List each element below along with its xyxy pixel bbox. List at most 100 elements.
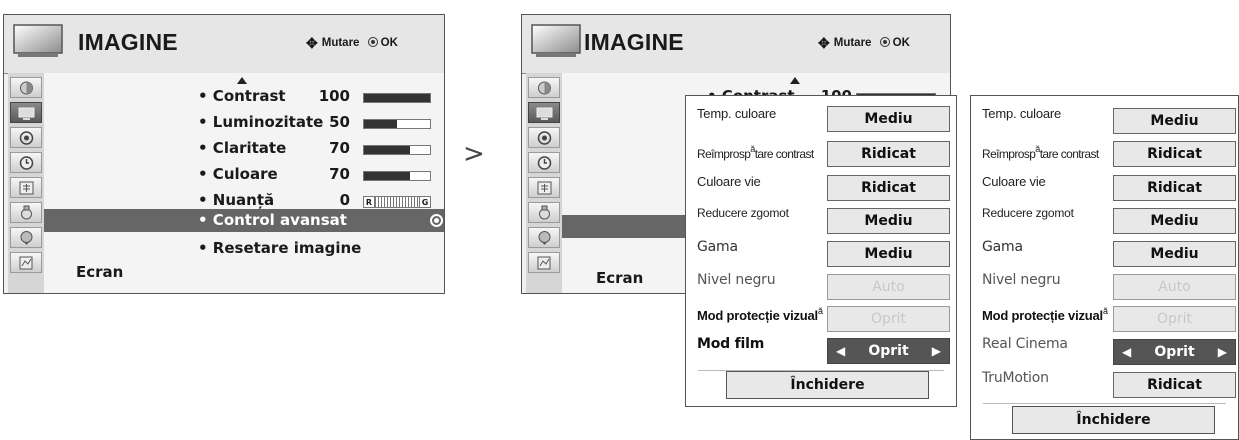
right-arrow-icon[interactable]: ▶ [932, 339, 941, 364]
mod-film-selector[interactable]: ◀ Oprit ▶ [827, 338, 950, 364]
nav-hint: ✥ Mutare OK [306, 35, 398, 52]
real-cinema-value: Oprit [1154, 344, 1195, 360]
temp-culoare-value[interactable]: Mediu [827, 106, 950, 132]
culoare-bar[interactable] [363, 171, 431, 181]
picture-mode-icon[interactable] [10, 77, 42, 98]
menu-title-2: IMAGINE [584, 29, 684, 55]
menu-item-control-avansat[interactable]: • Control avansat [44, 209, 444, 232]
menu-header: IMAGINE ✥ Mutare OK [4, 15, 444, 74]
lock-icon[interactable] [528, 177, 560, 198]
hint-move-label: Mutare [321, 37, 360, 49]
nuanta-tint-slider[interactable]: R G [363, 196, 431, 208]
menu-item-contrast[interactable]: • Contrast [198, 87, 286, 105]
left-arrow-icon[interactable]: ◀ [1122, 340, 1131, 365]
claritate-value: 70 [329, 139, 350, 157]
luminozitate-bar[interactable] [363, 119, 431, 129]
menu-item-resetare-imagine[interactable]: • Resetare imagine [198, 239, 361, 257]
tint-red-marker: R [363, 196, 375, 208]
reducere-zgomot-value-2[interactable]: Mediu [1113, 208, 1236, 234]
menu-title: IMAGINE [78, 29, 178, 55]
culoare-vie-label: Culoare vie [697, 174, 761, 189]
popup-divider-2 [983, 403, 1226, 404]
gama-label-2: Gama [982, 239, 1023, 255]
usb-icon[interactable] [528, 252, 560, 273]
lock-icon[interactable] [10, 177, 42, 198]
reimprospatare-label-part2: tare contrast [754, 147, 815, 161]
luminozitate-value: 50 [329, 113, 350, 131]
time-icon[interactable] [528, 152, 560, 173]
menu-item-nuanta[interactable]: • Nuanță [198, 191, 274, 209]
reimprospatare-label-part1: Reîmprosp [982, 147, 1036, 161]
input-icon[interactable] [528, 227, 560, 248]
screen-icon[interactable] [528, 102, 560, 123]
ok-button-icon [879, 37, 890, 47]
advanced-control-popup: Temp. culoare Mediu Reîmprospătare contr… [685, 95, 957, 407]
gama-value-2[interactable]: Mediu [1113, 241, 1236, 267]
tint-green-marker: G [419, 196, 431, 208]
screen-icon[interactable] [10, 102, 42, 123]
option-icon[interactable] [528, 202, 560, 223]
reimprospatare-contrast-value[interactable]: Ridicat [827, 141, 950, 167]
advanced-control-popup-2: Temp. culoare Mediu Reîmprospătare contr… [970, 95, 1239, 440]
culoare-vie-value-2[interactable]: Ridicat [1113, 175, 1236, 201]
tv-icon [531, 24, 581, 57]
menu-sidebar-2 [526, 73, 562, 293]
trumotion-value[interactable]: Ridicat [1113, 372, 1236, 398]
scroll-up-arrow-icon[interactable] [790, 77, 800, 84]
mod-protectie-label-sup: ă [817, 306, 823, 316]
mod-protectie-vizuala-label: Mod protecție vizuală [697, 306, 823, 323]
picture-mode-icon[interactable] [528, 77, 560, 98]
menu-item-claritate[interactable]: • Claritate [198, 139, 286, 157]
culoare-vie-value[interactable]: Ridicat [827, 175, 950, 201]
next-step-chevron-icon: > [463, 139, 485, 169]
time-icon[interactable] [10, 152, 42, 173]
input-icon[interactable] [10, 227, 42, 248]
reducere-zgomot-label: Reducere zgomot [697, 206, 789, 220]
move-arrows-icon: ✥ [818, 35, 830, 51]
culoare-value: 70 [329, 165, 350, 183]
nivel-negru-value: Auto [827, 274, 950, 300]
hint-move-label-2: Mutare [833, 37, 872, 49]
scroll-up-arrow-icon[interactable] [237, 77, 247, 84]
temp-culoare-value-2[interactable]: Mediu [1113, 108, 1236, 134]
menu-item-luminozitate[interactable]: • Luminozitate [198, 113, 323, 131]
hint-ok-label-2: OK [892, 37, 910, 49]
mod-film-label: Mod film [697, 336, 765, 352]
reimprospatare-contrast-label-2: Reîmprospătare contrast [982, 144, 1099, 161]
option-icon[interactable] [10, 202, 42, 223]
claritate-bar[interactable] [363, 145, 431, 155]
mod-protectie-label-sup: ă [1102, 306, 1108, 316]
real-cinema-label: Real Cinema [982, 336, 1068, 352]
nuanta-value: 0 [339, 191, 350, 209]
mod-film-value: Oprit [868, 343, 909, 359]
close-button[interactable]: Închidere [726, 371, 929, 399]
gama-value[interactable]: Mediu [827, 241, 950, 267]
usb-icon[interactable] [10, 252, 42, 273]
mod-protectie-label-main: Mod protecție vizual [697, 308, 818, 323]
move-arrows-icon: ✥ [306, 35, 318, 51]
audio-icon[interactable] [528, 127, 560, 148]
close-button-2[interactable]: Închidere [1012, 406, 1215, 434]
nivel-negru-label-2: Nivel negru [982, 272, 1061, 288]
reimprospatare-label-part2: tare contrast [1039, 147, 1100, 161]
real-cinema-selector[interactable]: ◀ Oprit ▶ [1113, 339, 1236, 365]
trumotion-label: TruMotion [982, 370, 1049, 386]
menu-item-culoare[interactable]: • Culoare [198, 165, 278, 183]
right-arrow-icon[interactable]: ▶ [1218, 340, 1227, 365]
audio-icon[interactable] [10, 127, 42, 148]
ok-button-icon [367, 37, 378, 47]
reimprospatare-contrast-label: Reîmprospătare contrast [697, 144, 814, 161]
menu-sidebar [8, 73, 44, 293]
selected-radio-icon [430, 214, 443, 227]
reimprospatare-contrast-value-2[interactable]: Ridicat [1113, 141, 1236, 167]
left-arrow-icon[interactable]: ◀ [836, 339, 845, 364]
contrast-bar[interactable] [363, 93, 431, 103]
reducere-zgomot-label-2: Reducere zgomot [982, 206, 1074, 220]
control-avansat-label: • Control avansat [198, 211, 347, 229]
culoare-vie-label-2: Culoare vie [982, 174, 1046, 189]
nav-hint-2: ✥ Mutare OK [818, 35, 910, 52]
reducere-zgomot-value[interactable]: Mediu [827, 208, 950, 234]
nivel-negru-label: Nivel negru [697, 272, 776, 288]
gama-label: Gama [697, 239, 738, 255]
imagine-menu-panel: IMAGINE ✥ Mutare OK • Contrast 100 • Lumi… [3, 14, 445, 294]
